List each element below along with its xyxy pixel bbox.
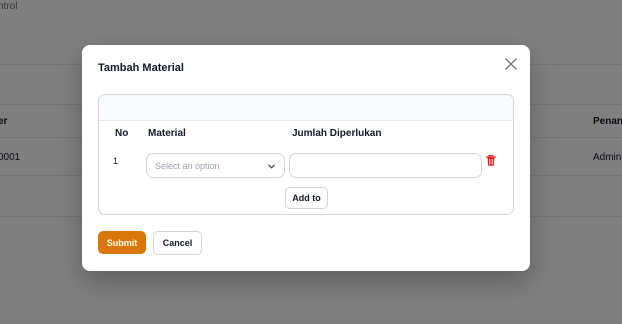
column-header-qty: Jumlah Diperlukan — [292, 128, 382, 139]
quantity-input[interactable] — [289, 153, 482, 178]
chevron-down-icon — [268, 164, 275, 169]
column-header-material: Material — [148, 128, 186, 139]
close-icon[interactable] — [504, 57, 518, 71]
column-header-no: No — [115, 128, 129, 139]
cancel-button[interactable]: Cancel — [153, 231, 202, 255]
material-select[interactable]: Select an option — [146, 153, 285, 178]
trash-icon[interactable] — [485, 154, 497, 167]
tambah-material-modal: Tambah Material No Material Jumlah Diper… — [82, 45, 530, 271]
modal-title: Tambah Material — [98, 62, 184, 74]
add-to-button[interactable]: Add to — [285, 187, 328, 209]
material-card: No Material Jumlah Diperlukan 1 Select a… — [98, 94, 514, 215]
material-select-placeholder: Select an option — [155, 161, 220, 171]
card-header — [99, 95, 513, 121]
row-number: 1 — [113, 156, 119, 166]
submit-button[interactable]: Submit — [98, 231, 146, 254]
